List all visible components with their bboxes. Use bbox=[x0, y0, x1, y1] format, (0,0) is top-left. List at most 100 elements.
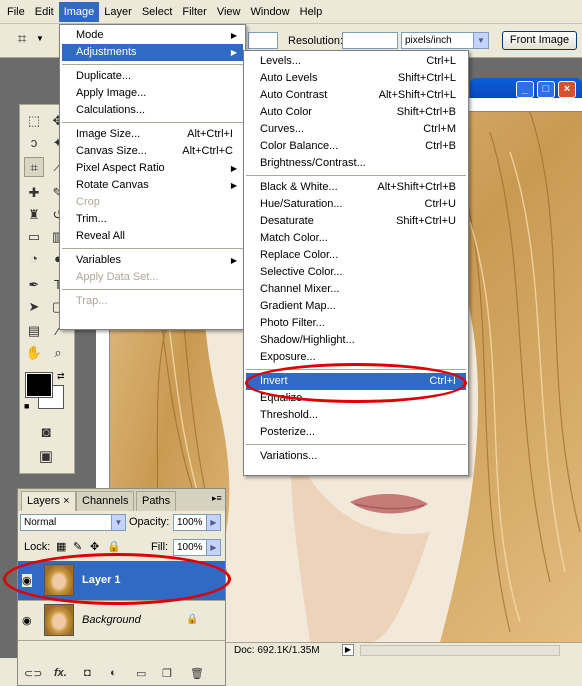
chevron-right-icon[interactable]: ▶ bbox=[206, 515, 220, 530]
eraser-icon[interactable]: ▭ bbox=[24, 227, 44, 247]
path-selection-icon[interactable]: ➤ bbox=[24, 297, 44, 317]
height-field[interactable] bbox=[248, 32, 278, 49]
menu-item-selective-color[interactable]: Selective Color... bbox=[246, 264, 466, 281]
menu-item-rotate-canvas[interactable]: Rotate Canvas ▶ bbox=[62, 177, 243, 194]
default-colors-icon[interactable]: ■ bbox=[24, 401, 29, 411]
menu-item-curves[interactable]: Curves... Ctrl+M bbox=[246, 121, 466, 138]
layer-style-icon[interactable]: fx. bbox=[54, 667, 67, 679]
menu-item-exposure[interactable]: Exposure... bbox=[246, 349, 466, 366]
menu-item-hue-saturation[interactable]: Hue/Saturation... Ctrl+U bbox=[246, 196, 466, 213]
menu-item-brightness-contrast[interactable]: Brightness/Contrast... bbox=[246, 155, 466, 172]
tab-paths[interactable]: Paths bbox=[136, 491, 177, 511]
swap-colors-icon[interactable]: ⇄ bbox=[57, 371, 65, 382]
minimize-icon[interactable]: _ bbox=[516, 81, 534, 98]
quick-mask-icon[interactable]: ◙ bbox=[36, 423, 56, 443]
menu-item-replace-color[interactable]: Replace Color... bbox=[246, 247, 466, 264]
crop-tool-icon[interactable]: ⌗ bbox=[24, 157, 44, 177]
menu-item-apply-image[interactable]: Apply Image... bbox=[62, 85, 243, 102]
visibility-eye-icon[interactable]: ◉ bbox=[22, 574, 32, 587]
tool-preset-arrow-icon[interactable]: ▼ bbox=[36, 34, 44, 43]
visibility-eye-icon[interactable]: ◉ bbox=[22, 614, 32, 627]
tab-layers[interactable]: Layers × bbox=[21, 491, 76, 511]
menu-edit[interactable]: Edit bbox=[30, 2, 59, 22]
menu-item-mode[interactable]: Mode ▶ bbox=[62, 27, 243, 44]
healing-brush-icon[interactable]: ✚ bbox=[24, 183, 44, 203]
submenu-arrow-icon: ▶ bbox=[230, 164, 237, 173]
front-image-button[interactable]: Front Image bbox=[502, 31, 577, 50]
menu-filter[interactable]: Filter bbox=[177, 2, 211, 22]
lock-pixels-icon[interactable]: ✎ bbox=[73, 540, 82, 553]
menu-item-levels[interactable]: Levels... Ctrl+L bbox=[246, 53, 466, 70]
new-layer-icon[interactable]: ❐ bbox=[162, 667, 172, 680]
marquee-tool-icon[interactable]: ⬚ bbox=[24, 111, 44, 131]
screen-mode-icon[interactable]: ▣ bbox=[36, 447, 56, 467]
menu-item-trim[interactable]: Trim... bbox=[62, 211, 243, 228]
menu-item-photo-filter[interactable]: Photo Filter... bbox=[246, 315, 466, 332]
menu-item-auto-levels[interactable]: Auto Levels Shift+Ctrl+L bbox=[246, 70, 466, 87]
clone-stamp-icon[interactable]: ♜ bbox=[24, 205, 44, 225]
opacity-field[interactable]: 100% ▶ bbox=[173, 514, 221, 531]
menu-window[interactable]: Window bbox=[246, 2, 295, 22]
hand-tool-icon[interactable]: ✋ bbox=[24, 343, 44, 363]
status-menu-arrow-icon[interactable]: ▶ bbox=[342, 644, 354, 656]
menu-item-auto-contrast[interactable]: Auto Contrast Alt+Shift+Ctrl+L bbox=[246, 87, 466, 104]
layer-mask-icon[interactable]: ◘ bbox=[84, 667, 91, 679]
menu-file[interactable]: File bbox=[2, 2, 30, 22]
menu-item-invert[interactable]: Invert Ctrl+I bbox=[246, 373, 466, 390]
new-group-icon[interactable]: ▭ bbox=[136, 667, 146, 680]
chevron-right-icon[interactable]: ▶ bbox=[206, 540, 220, 555]
crop-icon[interactable]: ⌗ bbox=[12, 30, 32, 50]
menu-item-desaturate[interactable]: Desaturate Shift+Ctrl+U bbox=[246, 213, 466, 230]
resolution-units-select[interactable]: pixels/inch ▼ bbox=[401, 32, 489, 49]
menu-item-calculations[interactable]: Calculations... bbox=[62, 102, 243, 119]
lasso-tool-icon[interactable]: ↄ bbox=[24, 133, 44, 153]
lock-transparency-icon[interactable]: ▦ bbox=[56, 540, 66, 553]
delete-layer-icon[interactable]: 🗑 bbox=[190, 667, 204, 680]
menu-item-threshold[interactable]: Threshold... bbox=[246, 407, 466, 424]
menu-layer[interactable]: Layer bbox=[99, 2, 137, 22]
menu-help[interactable]: Help bbox=[295, 2, 328, 22]
menu-item-auto-color[interactable]: Auto Color Shift+Ctrl+B bbox=[246, 104, 466, 121]
layer-row-background[interactable]: ◉ Background 🔒 bbox=[18, 601, 225, 641]
menu-item-color-balance[interactable]: Color Balance... Ctrl+B bbox=[246, 138, 466, 155]
layer-row-layer-1[interactable]: ◉ Layer 1 bbox=[18, 561, 225, 601]
lock-all-icon[interactable]: 🔒 bbox=[107, 540, 121, 553]
menu-item-equalize[interactable]: Equalize bbox=[246, 390, 466, 407]
menu-item-label: Exposure... bbox=[260, 351, 316, 363]
lock-position-icon[interactable]: ✥ bbox=[90, 540, 99, 553]
foreground-color-swatch[interactable] bbox=[25, 372, 53, 398]
fill-field[interactable]: 100% ▶ bbox=[173, 539, 221, 556]
resolution-field[interactable] bbox=[342, 32, 398, 49]
menu-item-posterize[interactable]: Posterize... bbox=[246, 424, 466, 441]
close-tab-icon[interactable]: × bbox=[63, 495, 69, 507]
zoom-tool-icon[interactable]: ⌕ bbox=[48, 343, 68, 363]
document-title-bar[interactable]: _ □ × bbox=[470, 78, 582, 100]
menu-view[interactable]: View bbox=[212, 2, 246, 22]
adjustment-layer-icon[interactable]: ◐ bbox=[110, 667, 117, 679]
blend-mode-select[interactable]: Normal ▼ bbox=[20, 514, 126, 531]
close-icon[interactable]: × bbox=[558, 81, 576, 98]
menu-item-pixel-aspect-ratio[interactable]: Pixel Aspect Ratio ▶ bbox=[62, 160, 243, 177]
menu-item-black-white[interactable]: Black & White... Alt+Shift+Ctrl+B bbox=[246, 179, 466, 196]
menu-item-canvas-size[interactable]: Canvas Size... Alt+Ctrl+C bbox=[62, 143, 243, 160]
pen-tool-icon[interactable]: ✒ bbox=[24, 275, 44, 295]
tab-channels[interactable]: Channels bbox=[76, 491, 135, 511]
menu-item-shadow-highlight[interactable]: Shadow/Highlight... bbox=[246, 332, 466, 349]
menu-item-image-size[interactable]: Image Size... Alt+Ctrl+I bbox=[62, 126, 243, 143]
panel-menu-icon[interactable]: ▸≡ bbox=[212, 493, 222, 504]
menu-item-reveal-all[interactable]: Reveal All bbox=[62, 228, 243, 245]
menu-item-duplicate[interactable]: Duplicate... bbox=[62, 68, 243, 85]
menu-image[interactable]: Image bbox=[58, 1, 100, 22]
link-layers-icon[interactable]: ⊂⊃ bbox=[24, 667, 42, 680]
menu-item-gradient-map[interactable]: Gradient Map... bbox=[246, 298, 466, 315]
menu-item-channel-mixer[interactable]: Channel Mixer... bbox=[246, 281, 466, 298]
menu-item-variations[interactable]: Variations... bbox=[246, 448, 466, 465]
horizontal-scrollbar[interactable] bbox=[360, 645, 560, 656]
menu-select[interactable]: Select bbox=[137, 2, 178, 22]
blur-tool-icon[interactable]: ◔ bbox=[24, 249, 44, 269]
menu-item-adjustments[interactable]: Adjustments ▶ bbox=[62, 44, 243, 61]
menu-item-match-color[interactable]: Match Color... bbox=[246, 230, 466, 247]
notes-tool-icon[interactable]: ▤ bbox=[24, 321, 44, 341]
maximize-icon[interactable]: □ bbox=[537, 81, 555, 98]
menu-item-variables[interactable]: Variables ▶ bbox=[62, 252, 243, 269]
